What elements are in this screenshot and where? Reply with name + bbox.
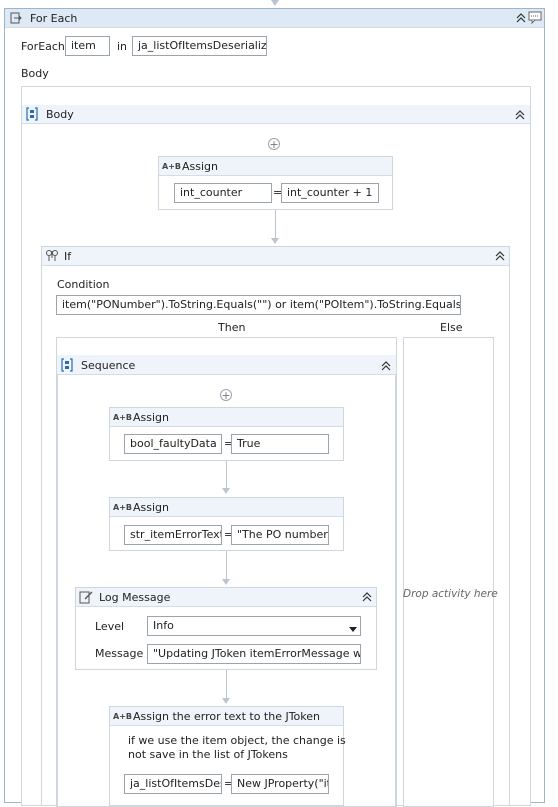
collapse-icon[interactable] <box>515 11 527 25</box>
collapse-icon[interactable] <box>380 359 392 373</box>
else-branch[interactable] <box>403 337 494 807</box>
assign-value-input[interactable]: New JProperty("ite <box>231 774 329 794</box>
sequence-icon <box>26 107 38 121</box>
body-header[interactable] <box>22 105 530 124</box>
message-label: Message <box>95 647 144 660</box>
assign-icon: A+B <box>113 413 132 422</box>
add-activity-icon[interactable]: + <box>268 138 280 150</box>
foreach-collection-input[interactable]: ja_listOfItemsDeserialized <box>132 36 267 56</box>
collapse-icon[interactable] <box>494 249 506 263</box>
annotation-icon[interactable] <box>528 11 542 25</box>
chevron-down-icon[interactable] <box>349 623 357 632</box>
else-drop-placeholder[interactable]: Drop activity here <box>403 588 498 600</box>
else-label: Else <box>440 321 463 334</box>
body-label: Body <box>21 67 49 80</box>
foreach-item-input[interactable]: item <box>65 36 110 56</box>
level-select[interactable]: Info <box>147 616 361 636</box>
sequence-icon <box>61 358 73 372</box>
annotation-text: not save in the list of JTokens <box>128 748 288 761</box>
body-title: Body <box>46 108 74 121</box>
assign-icon: A+B <box>162 162 181 171</box>
condition-label: Condition <box>57 278 110 291</box>
collapse-icon[interactable] <box>514 108 526 122</box>
if-header[interactable] <box>42 247 509 266</box>
foreach-header[interactable] <box>5 9 544 28</box>
assign-to-input[interactable]: ja_listOfItemsDese <box>124 774 222 794</box>
assign-value-input[interactable]: "The PO number a <box>231 525 329 545</box>
collapse-icon[interactable] <box>361 590 373 604</box>
assign-title: Assign <box>182 160 218 173</box>
assign-to-input[interactable]: str_itemErrorText <box>124 525 222 545</box>
log-message-title: Log Message <box>99 591 171 604</box>
assign-icon: A+B <box>113 503 132 512</box>
assign-value-input[interactable]: True <box>231 434 329 454</box>
assign-to-input[interactable]: int_counter <box>174 183 272 203</box>
assign-title: Assign the error text to the JToken <box>133 710 321 723</box>
log-icon <box>79 590 93 604</box>
condition-input[interactable]: item("PONumber").ToString.Equals("") or … <box>56 295 461 315</box>
foreach-icon <box>10 12 22 24</box>
then-label: Then <box>218 321 246 334</box>
sequence-title: Sequence <box>81 359 136 372</box>
if-title: If <box>64 250 72 263</box>
if-icon <box>45 249 59 263</box>
in-label: in <box>117 40 128 53</box>
annotation-text: if we use the item object, the change is <box>128 734 346 747</box>
message-input[interactable]: "Updating JToken itemErrorMessage with : <box>147 644 361 664</box>
foreach-label: ForEach <box>21 40 65 53</box>
level-value: Info <box>153 619 174 632</box>
assign-title: Assign <box>133 501 169 514</box>
assign-to-input[interactable]: bool_faultyData <box>124 434 222 454</box>
assign-title: Assign <box>133 411 169 424</box>
level-label: Level <box>95 620 125 633</box>
add-activity-icon[interactable]: + <box>220 389 232 401</box>
foreach-title: For Each <box>30 12 78 25</box>
assign-icon: A+B <box>113 712 132 721</box>
assign-value-input[interactable]: int_counter + 1 <box>281 183 379 203</box>
